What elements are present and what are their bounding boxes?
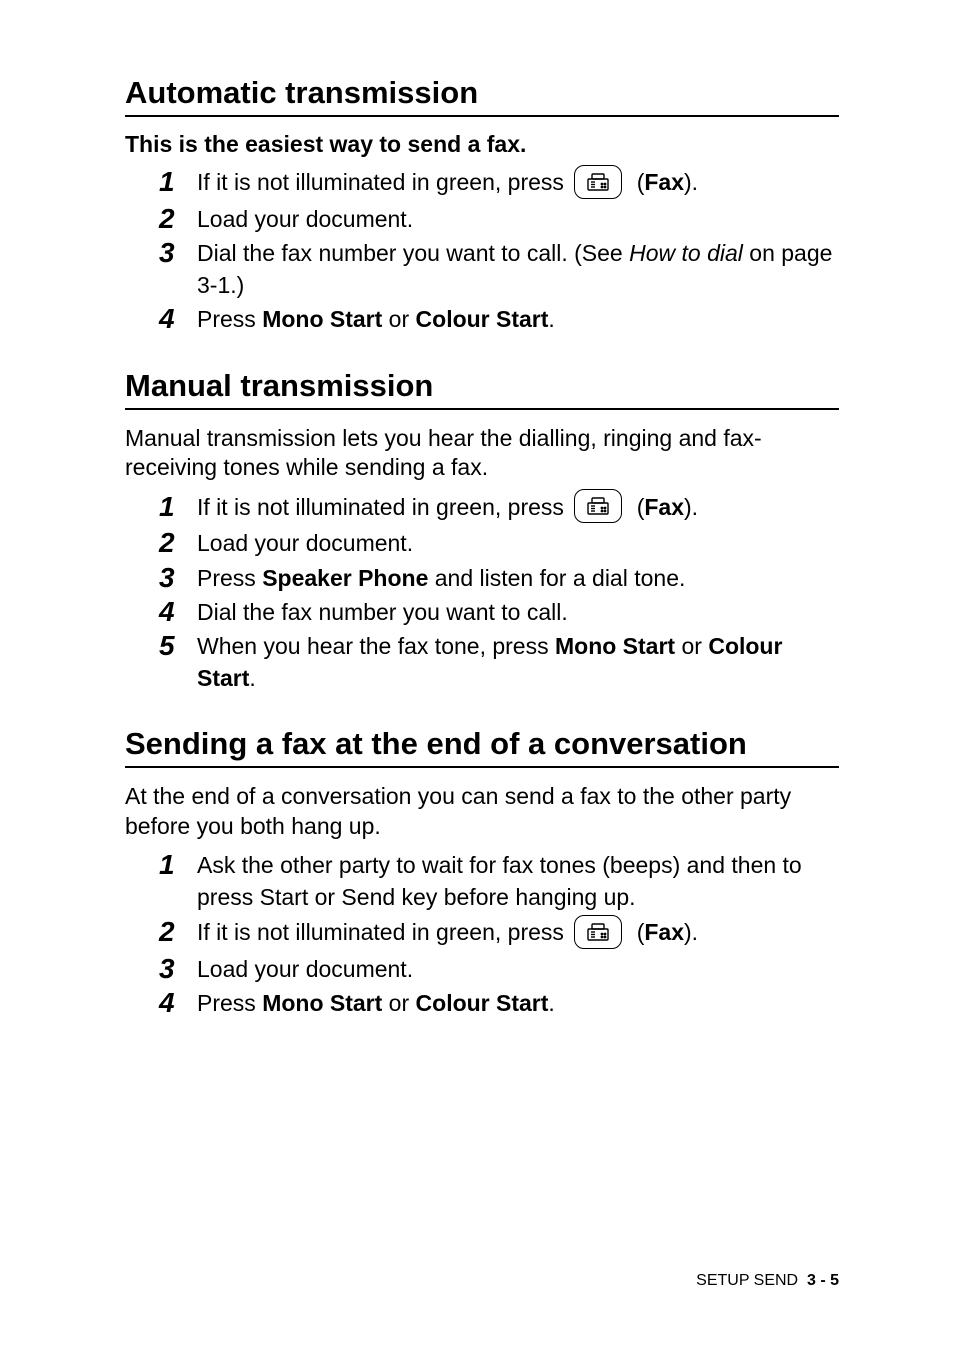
heading-endconv: Sending a fax at the end of a conversati… bbox=[125, 726, 839, 768]
text-fragment: . bbox=[548, 990, 554, 1016]
step: 5 When you hear the fax tone, press Mono… bbox=[159, 630, 839, 694]
step: 4 Press Mono Start or Colour Start. bbox=[159, 303, 839, 335]
text-fragment: If it is not illuminated in green, press bbox=[197, 919, 570, 945]
text-fragment-bold: Speaker Phone bbox=[262, 565, 428, 591]
step: 2 Load your document. bbox=[159, 527, 839, 559]
page-footer: SETUP SEND 3 - 5 bbox=[696, 1272, 839, 1290]
text-fragment: If it is not illuminated in green, press bbox=[197, 169, 570, 195]
text-fragment: ). bbox=[684, 494, 698, 520]
text-fragment: Press bbox=[197, 306, 262, 332]
steps-automatic: 1 If it is not illuminated in green, pre… bbox=[125, 166, 839, 336]
text-fragment-bold: Colour Start bbox=[416, 306, 549, 332]
text-fragment-bold: Fax bbox=[644, 169, 684, 195]
step: 3 Press Speaker Phone and listen for a d… bbox=[159, 562, 839, 594]
step: 1 Ask the other party to wait for fax to… bbox=[159, 849, 839, 913]
text-fragment: . bbox=[249, 665, 255, 691]
text-fragment: ). bbox=[684, 169, 698, 195]
step-text: Dial the fax number you want to call. bbox=[197, 596, 839, 628]
step-text: Dial the fax number you want to call. (S… bbox=[197, 237, 839, 301]
step-number: 2 bbox=[159, 203, 179, 235]
step: 4 Dial the fax number you want to call. bbox=[159, 596, 839, 628]
step-text: Press Mono Start or Colour Start. bbox=[197, 303, 839, 335]
text-fragment-italic: How to dial bbox=[629, 240, 743, 266]
text-fragment: or bbox=[382, 990, 415, 1016]
step: 3 Load your document. bbox=[159, 953, 839, 985]
step-number: 3 bbox=[159, 953, 179, 985]
heading-manual: Manual transmission bbox=[125, 368, 839, 410]
step-text: Press Mono Start or Colour Start. bbox=[197, 987, 839, 1019]
text-fragment: and listen for a dial tone. bbox=[428, 565, 685, 591]
step-text: Load your document. bbox=[197, 527, 839, 559]
step-text: If it is not illuminated in green, press… bbox=[197, 491, 839, 526]
heading-automatic: Automatic transmission bbox=[125, 75, 839, 117]
intro-endconv: At the end of a conversation you can sen… bbox=[125, 782, 839, 841]
text-fragment-bold: Fax bbox=[644, 919, 684, 945]
step-text: Press Speaker Phone and listen for a dia… bbox=[197, 562, 839, 594]
steps-manual: 1 If it is not illuminated in green, pre… bbox=[125, 491, 839, 695]
text-fragment: When you hear the fax tone, press bbox=[197, 633, 555, 659]
step-number: 4 bbox=[159, 303, 179, 335]
step-number: 3 bbox=[159, 562, 179, 594]
text-fragment-bold: Fax bbox=[644, 494, 684, 520]
step-text: If it is not illuminated in green, press… bbox=[197, 916, 839, 951]
text-fragment: or bbox=[675, 633, 708, 659]
intro-manual: Manual transmission lets you hear the di… bbox=[125, 424, 839, 483]
step-number: 4 bbox=[159, 596, 179, 628]
step-text: If it is not illuminated in green, press… bbox=[197, 166, 839, 201]
step-number: 2 bbox=[159, 527, 179, 559]
text-fragment: ). bbox=[684, 919, 698, 945]
step: 2 Load your document. bbox=[159, 203, 839, 235]
step: 1 If it is not illuminated in green, pre… bbox=[159, 166, 839, 201]
text-fragment: Press bbox=[197, 565, 262, 591]
step-number: 1 bbox=[159, 166, 179, 198]
fax-icon bbox=[574, 165, 622, 199]
step-text: Load your document. bbox=[197, 953, 839, 985]
text-fragment: . bbox=[548, 306, 554, 332]
text-fragment-bold: Colour Start bbox=[416, 990, 549, 1016]
step: 1 If it is not illuminated in green, pre… bbox=[159, 491, 839, 526]
fax-icon bbox=[574, 915, 622, 949]
step-text: Load your document. bbox=[197, 203, 839, 235]
step: 4 Press Mono Start or Colour Start. bbox=[159, 987, 839, 1019]
page: Automatic transmission This is the easie… bbox=[0, 0, 954, 1352]
text-fragment-bold: Mono Start bbox=[555, 633, 675, 659]
text-fragment: Press bbox=[197, 990, 262, 1016]
step-text: Ask the other party to wait for fax tone… bbox=[197, 849, 839, 913]
step-number: 3 bbox=[159, 237, 179, 269]
text-fragment: If it is not illuminated in green, press bbox=[197, 494, 570, 520]
text-fragment-bold: Mono Start bbox=[262, 306, 382, 332]
step-number: 1 bbox=[159, 849, 179, 881]
step-number: 4 bbox=[159, 987, 179, 1019]
step-text: When you hear the fax tone, press Mono S… bbox=[197, 630, 839, 694]
step-number: 5 bbox=[159, 630, 179, 662]
steps-endconv: 1 Ask the other party to wait for fax to… bbox=[125, 849, 839, 1019]
text-fragment-bold: Mono Start bbox=[262, 990, 382, 1016]
text-fragment: or bbox=[382, 306, 415, 332]
footer-section: SETUP SEND bbox=[696, 1272, 798, 1289]
subheading-automatic: This is the easiest way to send a fax. bbox=[125, 131, 839, 158]
footer-page-number: 3 - 5 bbox=[807, 1272, 839, 1289]
text-fragment: Dial the fax number you want to call. (S… bbox=[197, 240, 629, 266]
step-number: 2 bbox=[159, 916, 179, 948]
step-number: 1 bbox=[159, 491, 179, 523]
step: 2 If it is not illuminated in green, pre… bbox=[159, 916, 839, 951]
fax-icon bbox=[574, 489, 622, 523]
step: 3 Dial the fax number you want to call. … bbox=[159, 237, 839, 301]
